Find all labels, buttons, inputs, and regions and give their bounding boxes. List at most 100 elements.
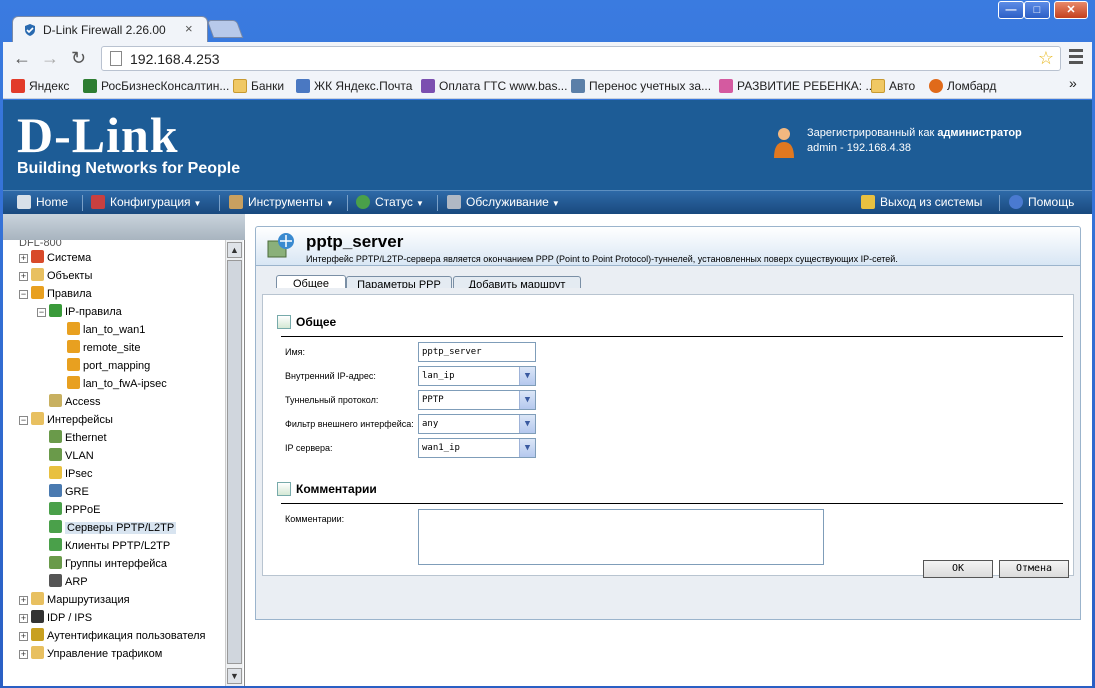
- bookmark-child[interactable]: РАЗВИТИЕ РЕБЕНКА: ...: [719, 79, 875, 93]
- tree-item[interactable]: + Аутентификация пользователя: [19, 628, 206, 644]
- ok-button[interactable]: OK: [923, 560, 993, 578]
- bookmark-banks[interactable]: Банки: [233, 79, 284, 93]
- tree-item[interactable]: Ethernet: [37, 430, 107, 446]
- expand-icon[interactable]: +: [19, 614, 28, 623]
- expand-icon[interactable]: +: [19, 632, 28, 641]
- tree-item[interactable]: VLAN: [37, 448, 94, 464]
- new-tab-button[interactable]: [206, 20, 244, 38]
- status-icon: [356, 195, 370, 209]
- scroll-up-icon[interactable]: ▲: [227, 242, 242, 258]
- tree-item[interactable]: Клиенты PPTP/L2TP: [37, 538, 170, 554]
- scroll-down-icon[interactable]: ▼: [227, 668, 242, 684]
- nav-configuration[interactable]: Конфигурация ▼: [91, 195, 201, 209]
- tree-item[interactable]: port_mapping: [55, 358, 150, 374]
- tree-item[interactable]: + Маршрутизация: [19, 592, 130, 608]
- bookmark-rbc[interactable]: РосБизнесКонсалтин...: [83, 79, 229, 93]
- nav-status[interactable]: Статус ▼: [356, 195, 424, 209]
- section-comments-header: Комментарии: [277, 482, 377, 496]
- bookmark-star-icon[interactable]: ☆: [1038, 48, 1054, 69]
- tree-item[interactable]: + IDP / IPS: [19, 610, 92, 626]
- tree-node-icon: [49, 304, 62, 317]
- nav-tools[interactable]: Инструменты ▼: [229, 195, 334, 209]
- wrench-icon: [447, 195, 461, 209]
- comments-textarea[interactable]: [418, 509, 824, 565]
- name-input[interactable]: pptp_server: [418, 342, 536, 362]
- tree-item[interactable]: + Система: [19, 250, 91, 266]
- tree-item-label: Аутентификация пользователя: [47, 630, 206, 642]
- tree-item[interactable]: lan_to_wan1: [55, 322, 145, 338]
- tree-item[interactable]: ARP: [37, 574, 88, 590]
- url-text[interactable]: 192.168.4.253: [130, 51, 220, 67]
- bookmarks-bar: Яндекс РосБизнесКонсалтин... Банки ЖК Ян…: [3, 75, 1092, 99]
- server-ip-select[interactable]: wan1_ip ▼: [418, 438, 536, 458]
- expand-icon[interactable]: +: [19, 650, 28, 659]
- maximize-button[interactable]: □: [1024, 1, 1050, 19]
- tree-item[interactable]: PPPoE: [37, 502, 100, 518]
- tree-item-label: ARP: [65, 576, 88, 588]
- tree-item[interactable]: + Управление трафиком: [19, 646, 162, 662]
- tree-item[interactable]: Серверы PPTP/L2TP: [37, 520, 177, 536]
- collapse-icon[interactable]: −: [37, 308, 46, 317]
- flower-icon: [719, 79, 733, 93]
- back-arrow-icon[interactable]: ←: [13, 48, 31, 69]
- server-ip-label: IP сервера:: [285, 443, 333, 453]
- user-avatar-icon: [774, 128, 794, 158]
- nav-maintenance[interactable]: Обслуживание ▼: [447, 195, 560, 209]
- nav-logout[interactable]: Выход из системы: [861, 195, 982, 209]
- tunnel-protocol-select[interactable]: PPTP ▼: [418, 390, 536, 410]
- chevron-down-icon[interactable]: ▼: [519, 415, 535, 433]
- tree-node-icon: [31, 268, 44, 281]
- tree-header: [3, 214, 245, 240]
- bookmark-transfer[interactable]: Перенос учетных за...: [571, 79, 711, 93]
- expand-icon[interactable]: +: [19, 596, 28, 605]
- tree-item-label: Клиенты PPTP/L2TP: [65, 540, 171, 552]
- chevron-down-icon[interactable]: ▼: [519, 439, 535, 457]
- reload-icon[interactable]: ↻: [71, 48, 86, 69]
- tree-item[interactable]: remote_site: [55, 340, 140, 356]
- bookmark-gts[interactable]: Оплата ГТС www.bas...: [421, 79, 567, 93]
- tree-node-icon: [67, 358, 80, 371]
- tree-node-icon: [31, 646, 44, 659]
- tree-item-label: VLAN: [65, 450, 94, 462]
- menu-icon[interactable]: [1069, 49, 1083, 67]
- outer-interface-filter-select[interactable]: any ▼: [418, 414, 536, 434]
- tree-item[interactable]: Группы интерфейса: [37, 556, 167, 572]
- address-bar[interactable]: 192.168.4.253 ☆: [101, 46, 1061, 71]
- browser-tab[interactable]: D-Link Firewall 2.26.00 ×: [12, 16, 208, 42]
- nav-help[interactable]: Помощь: [1009, 195, 1074, 209]
- chevron-down-icon[interactable]: ▼: [519, 391, 535, 409]
- tree-item[interactable]: GRE: [37, 484, 89, 500]
- nav-home[interactable]: Home: [17, 195, 68, 209]
- navigation-tree: DFL-800 + Система + Объекты − Правила − IP-прави…: [3, 240, 223, 686]
- panel-tabs: Общее Параметры PPP Добавить маршрут: [255, 266, 1081, 295]
- bookmark-yandex-mail[interactable]: ЖК Яндекс.Почта: [296, 79, 412, 93]
- bookmarks-more-icon[interactable]: »: [1069, 75, 1077, 91]
- expand-icon[interactable]: +: [19, 254, 28, 263]
- bookmark-auto[interactable]: Авто: [871, 79, 915, 93]
- bookmark-yandex[interactable]: Яндекс: [11, 79, 69, 93]
- expand-icon[interactable]: +: [19, 272, 28, 281]
- bookmark-lombard[interactable]: Ломбард: [929, 79, 996, 93]
- tree-item[interactable]: Access: [37, 394, 100, 410]
- tunnel-protocol-label: Туннельный протокол:: [285, 395, 379, 405]
- scroll-thumb[interactable]: [227, 260, 242, 664]
- forward-arrow-icon[interactable]: →: [41, 48, 59, 69]
- collapse-icon[interactable]: −: [19, 290, 28, 299]
- minimize-button[interactable]: —: [998, 1, 1024, 19]
- tree-item[interactable]: IPsec: [37, 466, 93, 482]
- tree-scrollbar[interactable]: ▲ ▼: [225, 240, 243, 686]
- chevron-down-icon[interactable]: ▼: [519, 367, 535, 385]
- inner-ip-select[interactable]: lan_ip ▼: [418, 366, 536, 386]
- cancel-button[interactable]: Отмена: [999, 560, 1069, 578]
- tree-item[interactable]: lan_to_fwA-ipsec: [55, 376, 167, 392]
- tree-item-label: Access: [65, 396, 101, 408]
- tree-item-label: lan_to_fwA-ipsec: [83, 378, 167, 390]
- collapse-icon[interactable]: −: [19, 416, 28, 425]
- tree-item[interactable]: + Объекты: [19, 268, 92, 284]
- tree-item[interactable]: − IP-правила: [37, 304, 122, 320]
- tree-item[interactable]: − Интерфейсы: [19, 412, 113, 428]
- tree-item[interactable]: − Правила: [19, 286, 92, 302]
- close-window-button[interactable]: ✕: [1054, 1, 1088, 19]
- tree-item-label: IDP / IPS: [47, 612, 93, 624]
- tab-close-icon[interactable]: ×: [185, 21, 193, 36]
